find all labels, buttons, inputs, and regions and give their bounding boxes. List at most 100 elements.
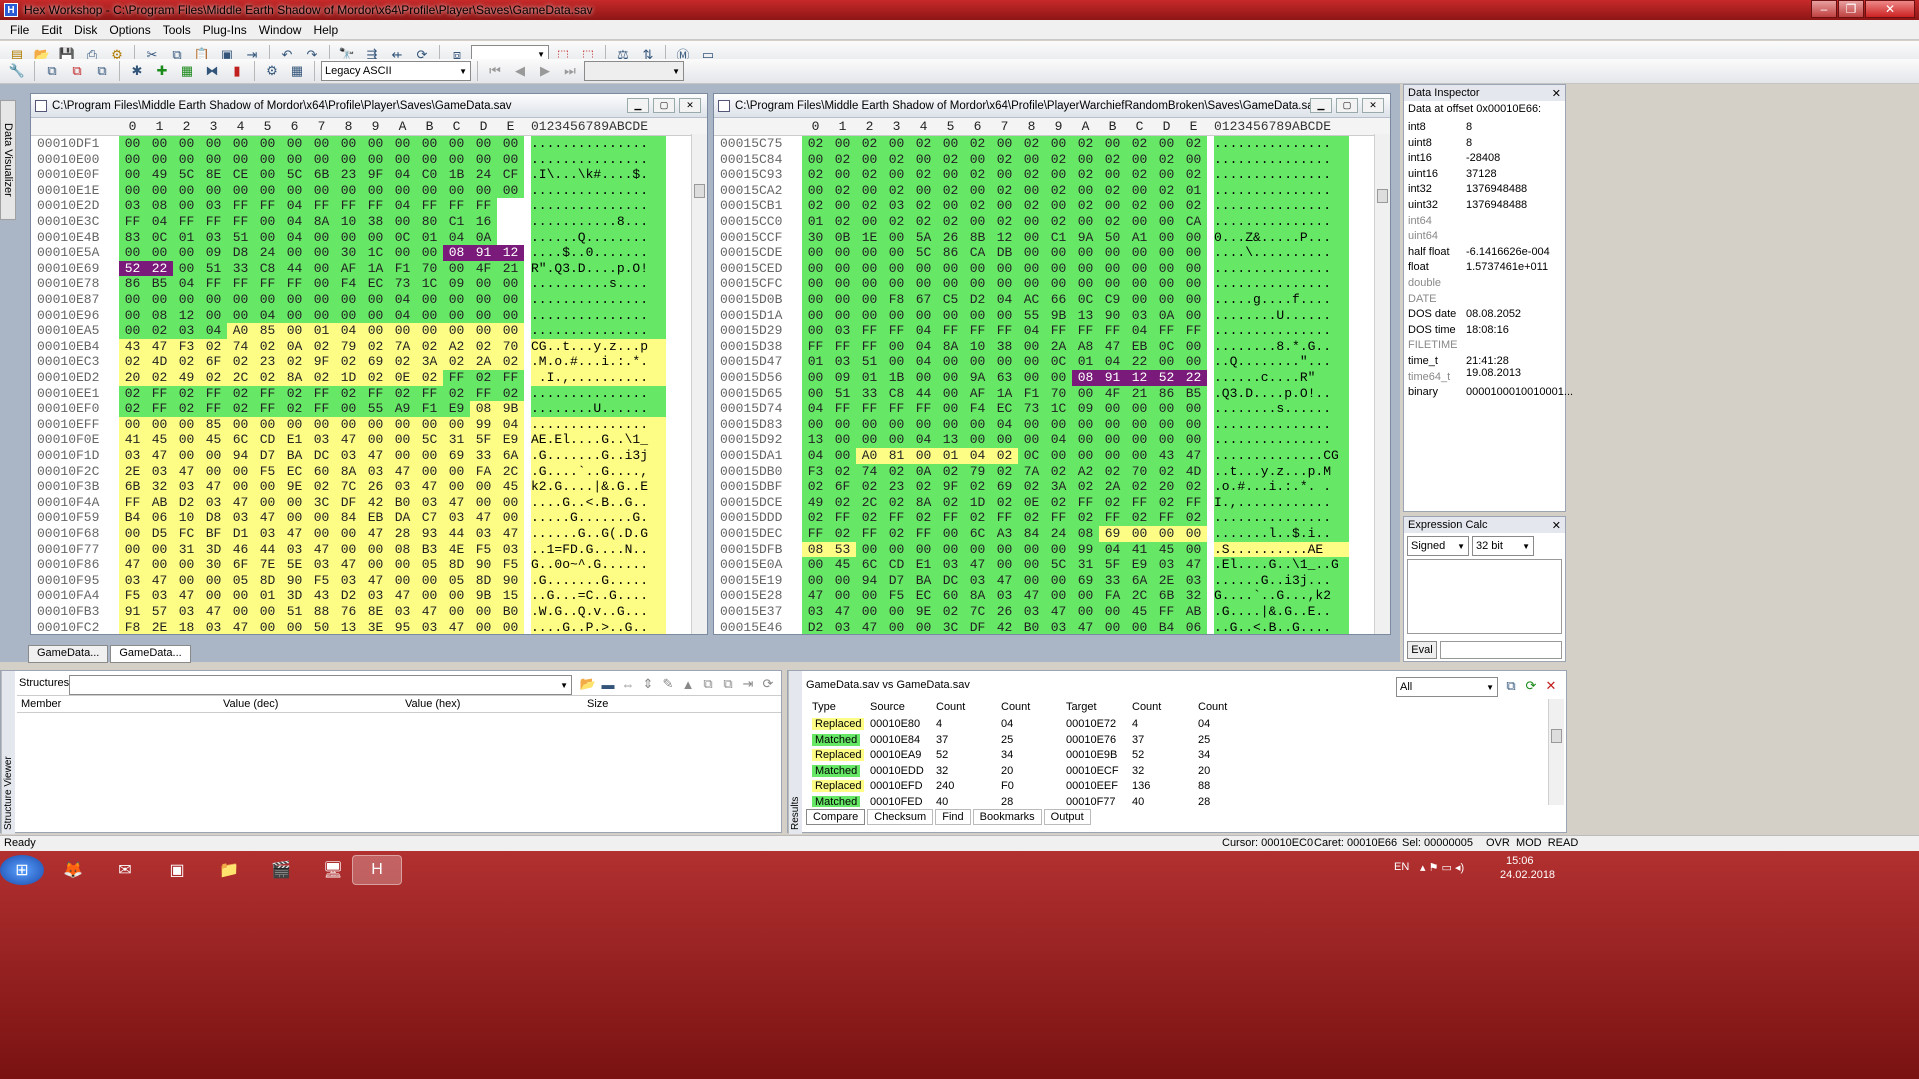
hex-byte[interactable]: 00 (1153, 401, 1180, 417)
hex-byte[interactable]: FF (802, 526, 829, 542)
hex-byte[interactable]: 00 (389, 448, 416, 464)
hex-byte[interactable]: 8E (200, 167, 227, 183)
hex-byte[interactable]: 6C (964, 526, 991, 542)
hex-byte[interactable]: 21 (497, 260, 524, 277)
hex-byte[interactable]: 00 (802, 557, 829, 573)
hex-byte[interactable]: 86 (119, 276, 146, 292)
hex-byte[interactable]: 18 (173, 619, 200, 634)
hex-byte[interactable]: 00 (1018, 370, 1045, 386)
hex-byte[interactable]: 42 (991, 619, 1018, 634)
minimize-button[interactable]: – (1811, 0, 1837, 18)
hex-byte[interactable]: 47 (1099, 338, 1126, 355)
hex-row[interactable]: 00010E0F 00 49 5C 8E CE 00 5C 6B 23 9F 04 C0 1B 24 CF .I… (31, 167, 691, 183)
ascii-text[interactable]: ............... (1214, 198, 1349, 214)
hex-byte[interactable]: 00 (281, 136, 308, 152)
hex-byte[interactable]: 00 (937, 276, 964, 292)
ascii-text[interactable]: ............... (1214, 416, 1349, 433)
hex-byte[interactable]: FF (308, 385, 335, 402)
hex-byte[interactable]: 00 (1045, 572, 1072, 589)
hex-byte[interactable]: 00 (1180, 338, 1207, 355)
hex-byte[interactable]: 02 (254, 338, 281, 355)
hex-byte[interactable]: 02 (389, 354, 416, 370)
hex-byte[interactable]: 6F (829, 479, 856, 495)
hex-byte[interactable]: 31 (443, 432, 470, 448)
ascii-text[interactable]: .G.......G..i3j (531, 448, 666, 464)
hex-byte[interactable]: 00 (1072, 588, 1099, 604)
hex-byte[interactable]: 47 (146, 572, 173, 589)
hex-row[interactable]: 00015D29 00 03 FF FF 04 FF FF FF 04 FF FF FF 04 FF FF..… (714, 323, 1374, 339)
hex-byte[interactable]: 00 (829, 432, 856, 448)
hex-byte[interactable]: 47 (200, 479, 227, 495)
hex-byte[interactable]: 02 (883, 463, 910, 480)
hex-byte[interactable]: B0 (389, 494, 416, 511)
hex-byte[interactable]: 00 (802, 182, 829, 199)
hex-byte[interactable]: 44 (281, 260, 308, 277)
hex-byte[interactable]: 51 (829, 385, 856, 402)
hex-byte[interactable]: 52 (119, 260, 146, 277)
hex-byte[interactable]: 00 (1045, 276, 1072, 292)
hex-byte[interactable]: 00 (1072, 416, 1099, 433)
hex-byte[interactable]: 1D (964, 494, 991, 511)
hex-byte[interactable]: 00 (119, 245, 146, 261)
hex-byte[interactable]: FF (443, 198, 470, 214)
hex-byte[interactable]: C7 (416, 510, 443, 526)
hex-byte[interactable]: 00 (281, 151, 308, 168)
hex-byte[interactable]: 03 (173, 604, 200, 620)
ascii-text[interactable]: ..1=FD.G....N.. (531, 541, 666, 558)
hex-byte[interactable]: 00 (991, 432, 1018, 448)
hex-byte[interactable]: 00 (308, 136, 335, 152)
results-tab[interactable]: Results (788, 671, 802, 834)
hex-byte[interactable]: 02 (1072, 510, 1099, 526)
hex-byte[interactable]: 00 (443, 307, 470, 324)
hex-byte[interactable]: 00 (910, 416, 937, 433)
hex-byte[interactable]: C9 (1099, 292, 1126, 308)
hex-byte[interactable]: 02 (362, 370, 389, 386)
hex-byte[interactable]: 00 (802, 307, 829, 324)
hex-byte[interactable]: 00 (802, 276, 829, 292)
ascii-text[interactable]: ............... (531, 385, 666, 402)
hex-byte[interactable]: 02 (937, 494, 964, 511)
hex-byte[interactable]: 66 (1045, 292, 1072, 308)
hex-byte[interactable]: 00 (1126, 526, 1153, 542)
hex-byte[interactable]: A0 (856, 448, 883, 464)
hex-byte[interactable]: 02 (1099, 214, 1126, 230)
hex-byte[interactable]: 01 (254, 588, 281, 604)
hex-byte[interactable]: FF (1126, 494, 1153, 511)
hex-byte[interactable]: 00 (1153, 526, 1180, 542)
hex-byte[interactable]: 00 (281, 292, 308, 308)
hex-byte[interactable]: 00 (856, 588, 883, 604)
hex-byte[interactable]: 00 (1153, 276, 1180, 292)
ascii-text[interactable]: ............... (1214, 214, 1349, 230)
hex-byte[interactable]: 02 (119, 401, 146, 417)
hex-byte[interactable]: 5C (173, 167, 200, 183)
hex-byte[interactable]: D2 (802, 619, 829, 634)
ascii-text[interactable]: ............... (531, 307, 666, 324)
hex-byte[interactable]: 1C (362, 245, 389, 261)
hex-byte[interactable]: 00 (254, 214, 281, 230)
hex-byte[interactable]: F5 (308, 572, 335, 589)
hex-byte[interactable]: 02 (991, 494, 1018, 511)
hex-row[interactable]: 00010E5A 00 00 00 09 D8 24 00 00 30 1C 00 00 08 91 12..… (31, 245, 691, 261)
hex-byte[interactable]: FF (883, 510, 910, 526)
hex-byte[interactable]: 02 (308, 370, 335, 386)
hex-byte[interactable]: 03 (829, 354, 856, 370)
ascii-text[interactable]: ............... (531, 182, 666, 199)
hex-byte[interactable]: F3 (173, 338, 200, 355)
hex-byte[interactable]: 47 (802, 588, 829, 604)
ascii-text[interactable]: ..............CG (1214, 448, 1349, 464)
hex-byte[interactable]: 86 (1153, 385, 1180, 402)
hex-byte[interactable]: 00 (308, 510, 335, 526)
hex-byte[interactable]: 49 (146, 167, 173, 183)
next-icon[interactable]: ▶ (534, 60, 556, 82)
hex-byte[interactable]: 1D (335, 370, 362, 386)
hex-byte[interactable]: 02 (802, 510, 829, 526)
hex-byte[interactable]: 00 (443, 604, 470, 620)
hex-byte[interactable]: 53 (829, 541, 856, 558)
expand-icon[interactable]: ⇔ (619, 675, 637, 693)
hex-row[interactable]: 00010F59 B4 06 10 D8 03 47 00 00 84 EB DA C7 03 47 00..… (31, 510, 691, 526)
hex-byte[interactable]: 00 (856, 182, 883, 199)
vertical-scrollbar[interactable] (691, 134, 707, 634)
hex-byte[interactable]: 03 (119, 572, 146, 589)
hex-byte[interactable]: D2 (964, 292, 991, 308)
hex-byte[interactable]: 00 (1018, 276, 1045, 292)
